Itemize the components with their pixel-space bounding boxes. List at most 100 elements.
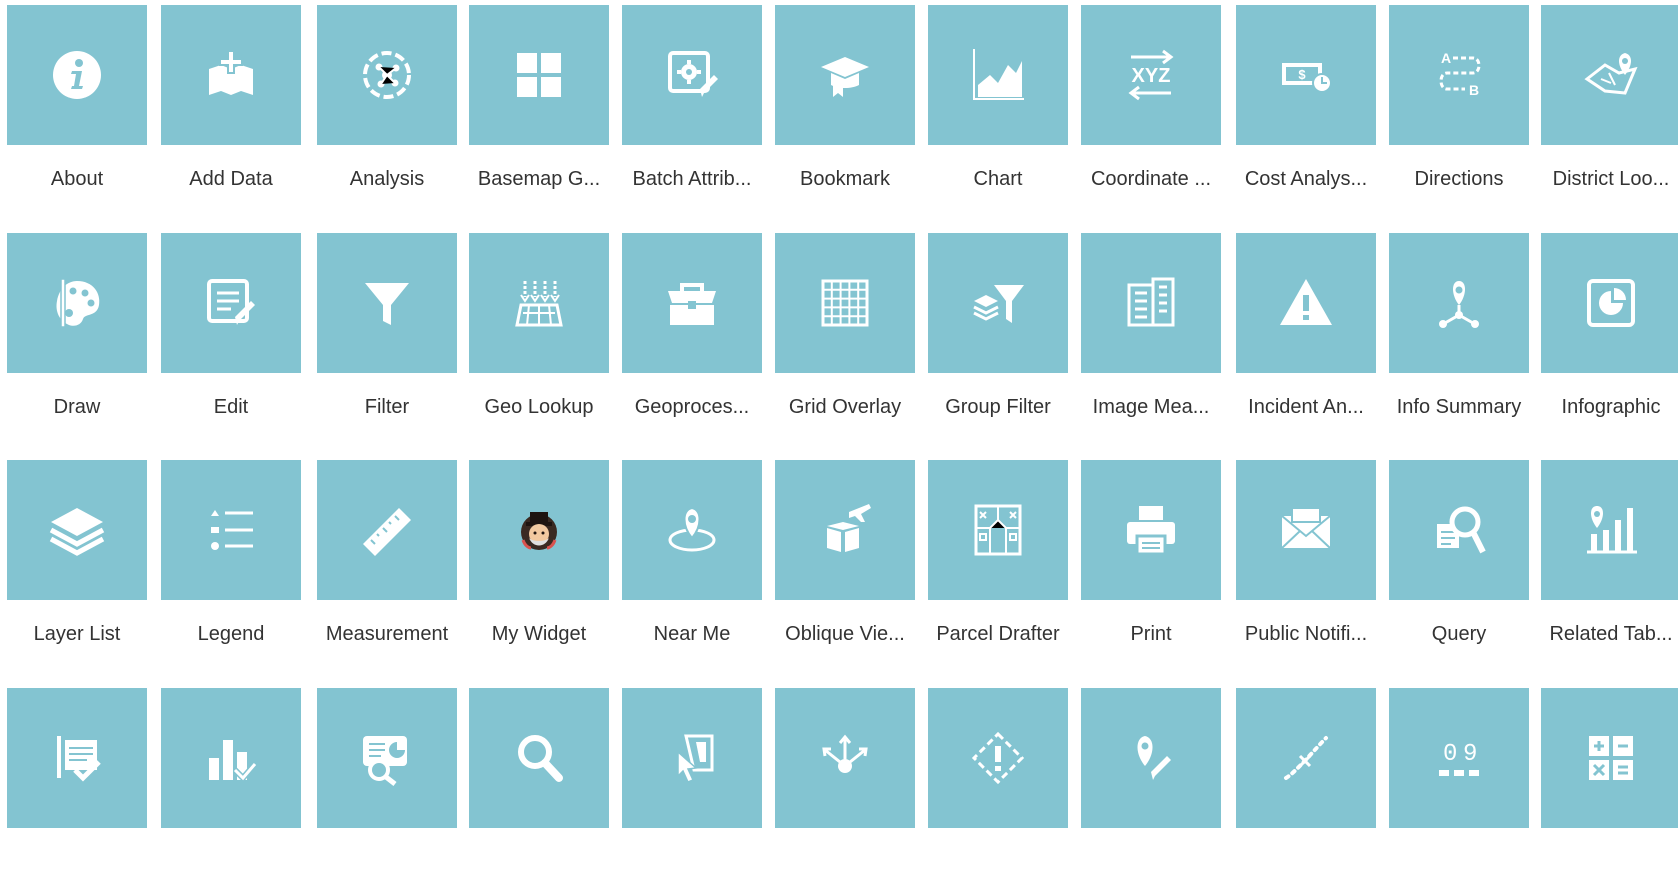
near-me-icon: [668, 506, 716, 552]
widget-tile-box: [775, 233, 915, 373]
widget-tile-parcel-drafter[interactable]: Parcel Drafter: [928, 460, 1068, 660]
widget-tile-box: [161, 688, 301, 828]
widget-tile-infographic[interactable]: Infographic: [1541, 233, 1678, 433]
widget-label: Legend: [197, 623, 265, 645]
widget-tile-layer-list[interactable]: Layer List: [7, 460, 147, 660]
widget-label: Public Notifi...: [1244, 623, 1368, 645]
widget-label: Basemap G...: [477, 168, 601, 190]
widget-tile-incident-analysis[interactable]: Incident An...: [1236, 233, 1376, 433]
my-widget-avatar-icon: [521, 512, 557, 550]
widget-tile-public-notification[interactable]: Public Notifi...: [1236, 460, 1376, 660]
widget-tile-box: [469, 5, 609, 145]
widget-label: Group Filter: [945, 396, 1051, 418]
directions-icon: A B: [1439, 50, 1481, 98]
widget-tile-share[interactable]: [775, 688, 915, 888]
widget-tile-box: [317, 688, 457, 828]
widget-tile-box: [1236, 688, 1376, 828]
widget-tile-report[interactable]: [7, 688, 147, 888]
widget-tile-info-summary[interactable]: Info Summary: [1389, 233, 1529, 433]
widget-tile-box: XYZ: [1081, 5, 1221, 145]
widget-tile-my-widget[interactable]: My Widget: [469, 460, 609, 660]
palette-icon: [56, 278, 100, 328]
widget-tile-box: [469, 233, 609, 373]
bookmark-icon: [821, 57, 869, 97]
widget-tile-measurement[interactable]: Measurement: [317, 460, 457, 660]
widget-tile-box: [7, 688, 147, 828]
widget-label: About: [50, 168, 104, 190]
widget-label: Oblique Vie...: [785, 623, 905, 645]
geo-lookup-icon: [515, 281, 563, 327]
share-icon: [822, 734, 868, 773]
widget-tile-search[interactable]: [469, 688, 609, 888]
widget-tile-box: [775, 688, 915, 828]
widget-tile-box: A B: [1389, 5, 1529, 145]
svg-text:$: $: [1298, 67, 1306, 82]
printer-icon: [1127, 506, 1175, 556]
widget-tile-summary[interactable]: 0 9: [1389, 688, 1529, 888]
widget-tile-box: [161, 5, 301, 145]
widget-label: Measurement: [325, 623, 449, 645]
widget-tile-geoprocessing[interactable]: Geoproces...: [622, 233, 762, 433]
grid-overlay-icon: [821, 279, 869, 327]
widget-tile-geo-lookup[interactable]: Geo Lookup: [469, 233, 609, 433]
widget-tile-smart-editor[interactable]: [928, 688, 1068, 888]
widget-tile-group-filter[interactable]: Group Filter: [928, 233, 1068, 433]
widget-tile-oblique-viewer[interactable]: Oblique Vie...: [775, 460, 915, 660]
widget-tile-box: [1081, 688, 1221, 828]
widget-tile-print[interactable]: Print: [1081, 460, 1221, 660]
widget-label: Directions: [1414, 168, 1504, 190]
widget-label: Incident An...: [1248, 396, 1364, 418]
widget-tile-near-me[interactable]: Near Me: [622, 460, 762, 660]
image-measurement-icon: [1127, 277, 1175, 327]
widget-tile-box: [7, 5, 147, 145]
widget-tile-coordinate[interactable]: XYZ Coordinate ...: [1081, 5, 1221, 205]
widget-tile-box: [622, 233, 762, 373]
widget-tile-edit[interactable]: Edit: [161, 233, 301, 433]
widget-tile-add-data[interactable]: Add Data: [161, 5, 301, 205]
toolbox-icon: [668, 283, 716, 325]
layers-icon: [49, 508, 105, 556]
widget-tile-box: [1389, 233, 1529, 373]
widget-tile-calculator[interactable]: [1541, 688, 1678, 888]
widget-label: District Loo...: [1552, 168, 1670, 190]
select-icon: [677, 734, 714, 783]
widget-label: Grid Overlay: [788, 396, 902, 418]
widget-tile-district-lookup[interactable]: District Loo...: [1541, 5, 1678, 205]
widget-tile-swipe[interactable]: [1236, 688, 1376, 888]
widget-label: Coordinate ...: [1090, 168, 1212, 190]
screening-icon: [363, 736, 407, 786]
widget-tile-box: [928, 5, 1068, 145]
widget-tile-basemap-gallery[interactable]: Basemap G...: [469, 5, 609, 205]
ruler-icon: [363, 508, 411, 556]
widget-tile-image-measurement[interactable]: Image Mea...: [1081, 233, 1221, 433]
widget-label: Batch Attrib...: [632, 168, 752, 190]
widget-tile-query[interactable]: Query: [1389, 460, 1529, 660]
widget-tile-cost-analysis[interactable]: $ Cost Analys...: [1236, 5, 1376, 205]
widget-tile-box: [317, 233, 457, 373]
calculator-icon: [1589, 736, 1633, 780]
widget-tile-situation-awareness[interactable]: [1081, 688, 1221, 888]
query-icon: [1437, 506, 1486, 554]
widget-tile-related-table[interactable]: Related Tab...: [1541, 460, 1678, 660]
legend-icon: [211, 510, 253, 550]
group-filter-icon: [973, 285, 1024, 323]
widget-tile-select[interactable]: [622, 688, 762, 888]
analysis-icon: [363, 51, 411, 99]
widget-tile-batch-attribute[interactable]: Batch Attrib...: [622, 5, 762, 205]
search-icon: [518, 735, 563, 782]
widget-tile-analysis[interactable]: Analysis: [317, 5, 457, 205]
widget-tile-bar-chart-check[interactable]: [161, 688, 301, 888]
widget-tile-about[interactable]: About: [7, 5, 147, 205]
widget-tile-filter[interactable]: Filter: [317, 233, 457, 433]
widget-tile-directions[interactable]: A B Directions: [1389, 5, 1529, 205]
widget-tile-bookmark[interactable]: Bookmark: [775, 5, 915, 205]
filter-icon: [365, 283, 409, 325]
widget-tile-draw[interactable]: Draw: [7, 233, 147, 433]
widget-tile-grid-overlay[interactable]: Grid Overlay: [775, 233, 915, 433]
widget-label: Filter: [364, 396, 410, 418]
widget-tile-screening[interactable]: [317, 688, 457, 888]
widget-label: Edit: [213, 396, 249, 418]
widget-tile-legend[interactable]: Legend: [161, 460, 301, 660]
widget-tile-chart[interactable]: Chart: [928, 5, 1068, 205]
widget-tile-box: [161, 460, 301, 600]
